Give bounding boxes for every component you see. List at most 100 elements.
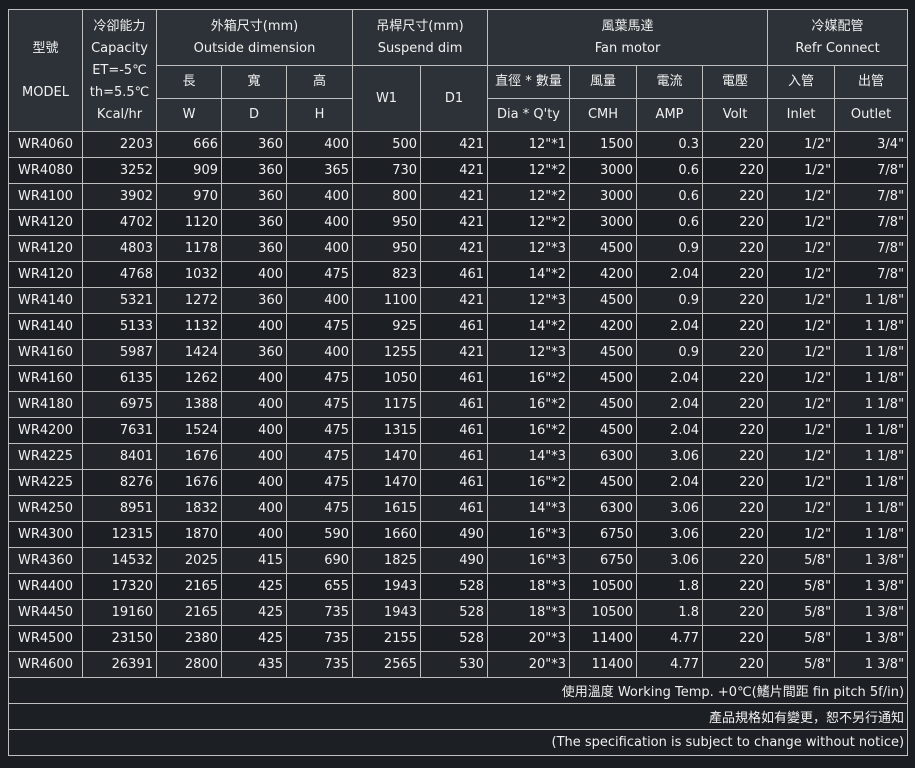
cell-dia-qty: 16"*2 bbox=[487, 469, 571, 496]
cell-capacity: 7631 bbox=[82, 417, 157, 444]
header-model: 型號 MODEL bbox=[8, 9, 83, 132]
cell-length-w: 1272 bbox=[156, 287, 222, 314]
cell-w1: 950 bbox=[352, 209, 422, 236]
cell-d1: 421 bbox=[420, 339, 489, 366]
cell-current: 0.6 bbox=[636, 209, 704, 236]
cell-length-w: 1262 bbox=[156, 365, 222, 392]
cell-w1: 1615 bbox=[352, 495, 422, 522]
cell-outlet: 1 1/8" bbox=[834, 417, 909, 444]
header-d1: D1 bbox=[420, 65, 489, 132]
cell-model: WR4080 bbox=[8, 157, 83, 184]
cell-voltage: 220 bbox=[702, 339, 769, 366]
cell-length-w: 909 bbox=[156, 157, 222, 184]
cell-model: WR4250 bbox=[8, 495, 83, 522]
cell-d1: 461 bbox=[420, 261, 489, 288]
cell-voltage: 220 bbox=[702, 443, 769, 470]
cell-width-d: 360 bbox=[221, 183, 287, 210]
header-dia-qty-zh: 直徑 * 數量 bbox=[487, 65, 571, 99]
cell-capacity: 17320 bbox=[82, 573, 157, 600]
cell-w1: 500 bbox=[352, 131, 422, 158]
cell-length-w: 1676 bbox=[156, 469, 222, 496]
cell-current: 3.06 bbox=[636, 521, 704, 548]
cell-width-d: 400 bbox=[221, 391, 287, 418]
table-row: WR4225 8276 1676 400 475 1470 461 16"*2 4500 2.04… bbox=[8, 469, 909, 496]
cell-length-w: 1178 bbox=[156, 235, 222, 262]
cell-inlet: 1/2" bbox=[767, 261, 836, 288]
note-spec-change-en: (The specification is subject to change … bbox=[7, 729, 909, 756]
header-current-zh: 電流 bbox=[636, 65, 704, 99]
cell-length-w: 970 bbox=[156, 183, 222, 210]
cell-d1: 421 bbox=[420, 157, 489, 184]
cell-length-w: 2380 bbox=[156, 625, 222, 652]
cell-current: 1.8 bbox=[636, 599, 704, 626]
cell-airflow: 10500 bbox=[569, 599, 638, 626]
cell-outlet: 7/8" bbox=[834, 157, 909, 184]
cell-width-d: 400 bbox=[221, 313, 287, 340]
header-outlet-en: Outlet bbox=[834, 98, 909, 132]
cell-inlet: 1/2" bbox=[767, 235, 836, 262]
cell-outlet: 1 3/8" bbox=[834, 547, 909, 574]
cell-current: 0.6 bbox=[636, 183, 704, 210]
cell-w1: 800 bbox=[352, 183, 422, 210]
cell-capacity: 14532 bbox=[82, 547, 157, 574]
cell-width-d: 400 bbox=[221, 495, 287, 522]
cell-outlet: 1 3/8" bbox=[834, 599, 909, 626]
cell-width-d: 400 bbox=[221, 365, 287, 392]
cell-width-d: 435 bbox=[221, 651, 287, 678]
cell-width-d: 360 bbox=[221, 339, 287, 366]
header-outside-zh: 外箱尺寸(mm) bbox=[210, 18, 299, 34]
cell-width-d: 360 bbox=[221, 235, 287, 262]
cell-dia-qty: 16"*3 bbox=[487, 547, 571, 574]
table-header: 型號 MODEL 冷卻能力 Capacity ET=-5℃ th=5.5℃ Kc… bbox=[8, 9, 909, 132]
note-spec-change-zh: 產品規格如有變更，恕不另行通知 bbox=[7, 703, 909, 730]
cell-airflow: 4500 bbox=[569, 339, 638, 366]
cell-airflow: 4200 bbox=[569, 261, 638, 288]
cell-current: 2.04 bbox=[636, 365, 704, 392]
table-row: WR4120 4803 1178 360 400 950 421 12"*3 4500 0.9 22… bbox=[8, 235, 909, 262]
cell-model: WR4360 bbox=[8, 547, 83, 574]
cell-w1: 2565 bbox=[352, 651, 422, 678]
cell-width-d: 360 bbox=[221, 209, 287, 236]
cell-length-w: 2025 bbox=[156, 547, 222, 574]
table-row: WR4180 6975 1388 400 475 1175 461 16"*2 4500 2.04… bbox=[8, 391, 909, 418]
cell-voltage: 220 bbox=[702, 599, 769, 626]
cell-capacity: 5321 bbox=[82, 287, 157, 314]
cell-d1: 421 bbox=[420, 131, 489, 158]
cell-airflow: 10500 bbox=[569, 573, 638, 600]
header-model-zh: 型號 bbox=[32, 40, 59, 56]
cell-height-h: 400 bbox=[285, 209, 354, 236]
cell-voltage: 220 bbox=[702, 235, 769, 262]
cell-inlet: 1/2" bbox=[767, 417, 836, 444]
cell-voltage: 220 bbox=[702, 313, 769, 340]
cell-voltage: 220 bbox=[702, 573, 769, 600]
cell-d1: 461 bbox=[420, 391, 489, 418]
header-capacity-et: ET=-5℃ bbox=[92, 62, 147, 78]
cell-capacity: 3252 bbox=[82, 157, 157, 184]
header-refr-en: Refr Connect bbox=[795, 40, 880, 56]
header-height-en: H bbox=[285, 98, 354, 132]
cell-outlet: 1 3/8" bbox=[834, 625, 909, 652]
cell-airflow: 4200 bbox=[569, 313, 638, 340]
cell-w1: 1943 bbox=[352, 599, 422, 626]
cell-height-h: 475 bbox=[285, 495, 354, 522]
cell-model: WR4600 bbox=[8, 651, 83, 678]
cell-outlet: 7/8" bbox=[834, 261, 909, 288]
cell-width-d: 415 bbox=[221, 547, 287, 574]
cell-height-h: 400 bbox=[285, 235, 354, 262]
header-airflow-en: CMH bbox=[569, 98, 638, 132]
cell-width-d: 425 bbox=[221, 573, 287, 600]
cell-capacity: 8951 bbox=[82, 495, 157, 522]
cell-length-w: 1424 bbox=[156, 339, 222, 366]
cell-airflow: 6750 bbox=[569, 547, 638, 574]
cell-d1: 421 bbox=[420, 209, 489, 236]
cell-inlet: 1/2" bbox=[767, 365, 836, 392]
header-suspend-zh: 吊桿尺寸(mm) bbox=[376, 18, 464, 34]
header-suspend-en: Suspend dim bbox=[377, 40, 463, 56]
cell-d1: 461 bbox=[420, 443, 489, 470]
cell-model: WR4180 bbox=[8, 391, 83, 418]
header-inlet-zh: 入管 bbox=[767, 65, 836, 99]
cell-width-d: 400 bbox=[221, 261, 287, 288]
cell-d1: 528 bbox=[420, 599, 489, 626]
cell-length-w: 1388 bbox=[156, 391, 222, 418]
cell-current: 2.04 bbox=[636, 313, 704, 340]
